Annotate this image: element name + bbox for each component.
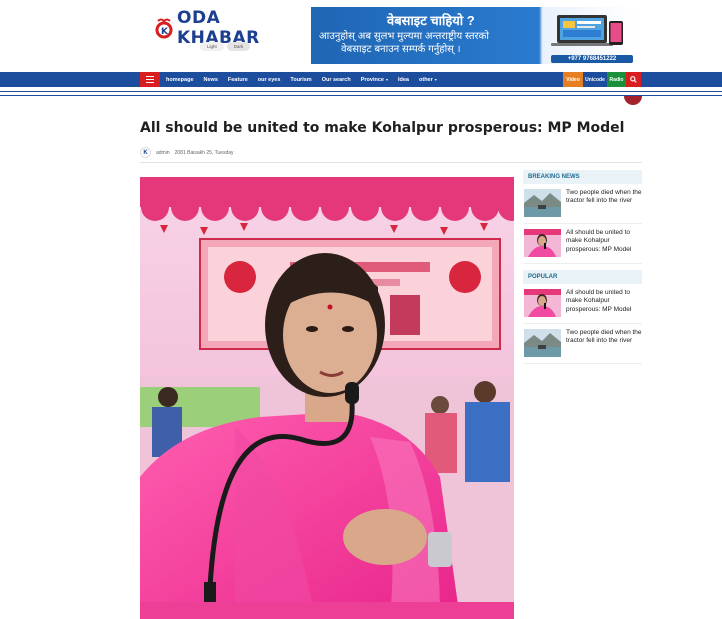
search-icon <box>630 76 637 83</box>
website-ad-banner[interactable]: वेबसाइट चाहियो ? आउनुहोस् अब सुलभ मुल्यम… <box>311 7 637 64</box>
unicode-button[interactable]: Unicode <box>583 72 607 87</box>
ad-line-2: आउनुहोस् अब सुलभ मुल्यमा अन्तराष्ट्रीय स… <box>319 31 489 42</box>
ad-headline: वेबसाइट चाहियो ? <box>387 13 475 28</box>
nav-item-other[interactable]: other ▾ <box>419 77 437 83</box>
breaking-item-title[interactable]: All should be united to make Kohalpur pr… <box>566 229 642 257</box>
devices-illustration-icon <box>551 15 623 46</box>
header-divider-2 <box>0 95 722 96</box>
chevron-down-icon: ▾ <box>434 76 437 82</box>
publish-date: 2081 Baisakh 25, Tuesday <box>174 149 234 156</box>
nav-item-feature[interactable]: Feature <box>228 77 248 83</box>
popular-item-title[interactable]: Two people died when the tractor fell in… <box>566 329 642 357</box>
nav-item-province[interactable]: Province ▾ <box>361 77 388 83</box>
nav-item-province-label: Province <box>360 76 384 83</box>
theme-dark-button[interactable]: Dark <box>226 42 251 51</box>
svg-text:K: K <box>161 27 169 37</box>
nav-item-homepage[interactable]: homepage <box>166 77 194 83</box>
ad-phone-number[interactable]: +977 9768451222 <box>551 55 633 63</box>
list-item[interactable]: Two people died when the tractor fell in… <box>523 324 642 364</box>
meta-divider <box>140 162 642 163</box>
header-divider <box>0 91 722 92</box>
speaker-thumbnail[interactable] <box>524 229 561 257</box>
list-item[interactable]: Two people died when the tractor fell in… <box>523 184 642 224</box>
nav-item-idea[interactable]: Idea <box>398 77 409 83</box>
speaker-thumbnail[interactable] <box>524 289 561 317</box>
logo-mark-icon: K <box>153 17 175 39</box>
nav-item-our-search[interactable]: Our search <box>322 77 351 83</box>
article-title: All should be united to make Kohalpur pr… <box>140 120 625 136</box>
radio-button[interactable]: Radio <box>607 72 626 87</box>
river-thumbnail[interactable] <box>524 329 561 357</box>
theme-toggle[interactable]: Light Dark <box>200 42 251 51</box>
avatar: K <box>140 147 151 158</box>
article-meta: K admin 2081 Baisakh 25, Tuesday <box>140 147 234 158</box>
hamburger-menu-icon[interactable] <box>140 72 160 87</box>
chevron-down-icon: ▾ <box>385 76 388 82</box>
breaking-item-title[interactable]: Two people died when the tractor fell in… <box>566 189 642 217</box>
breaking-news-heading: BREAKING NEWS <box>523 170 642 184</box>
popular-item-title[interactable]: All should be united to make Kohalpur pr… <box>566 289 642 317</box>
nav-item-our-eyes[interactable]: our eyes <box>258 77 281 83</box>
nav-item-tourism[interactable]: Tourism <box>290 77 311 83</box>
list-item[interactable]: All should be united to make Kohalpur pr… <box>523 224 642 264</box>
popular-heading: POPULAR <box>523 270 642 284</box>
site-logo[interactable]: K ODA KHABAR <box>153 8 288 48</box>
author-name[interactable]: admin <box>156 150 170 156</box>
sidebar: BREAKING NEWS Two people died when the t… <box>523 170 642 364</box>
video-button[interactable]: Video <box>563 72 583 87</box>
theme-light-button[interactable]: Light <box>200 42 224 51</box>
river-thumbnail[interactable] <box>524 189 561 217</box>
list-item[interactable]: All should be united to make Kohalpur pr… <box>523 284 642 324</box>
nav-item-other-label: other <box>419 76 433 83</box>
ad-line-3: वेबसाइट बनाउन सम्पर्क गर्नुहोस् । <box>341 44 461 55</box>
decorative-tab <box>624 96 642 105</box>
nav-menu: homepage News Feature our eyes Tourism O… <box>166 72 447 87</box>
article-hero-image <box>140 177 514 619</box>
search-button[interactable] <box>626 72 641 87</box>
nav-item-news[interactable]: News <box>204 77 218 83</box>
